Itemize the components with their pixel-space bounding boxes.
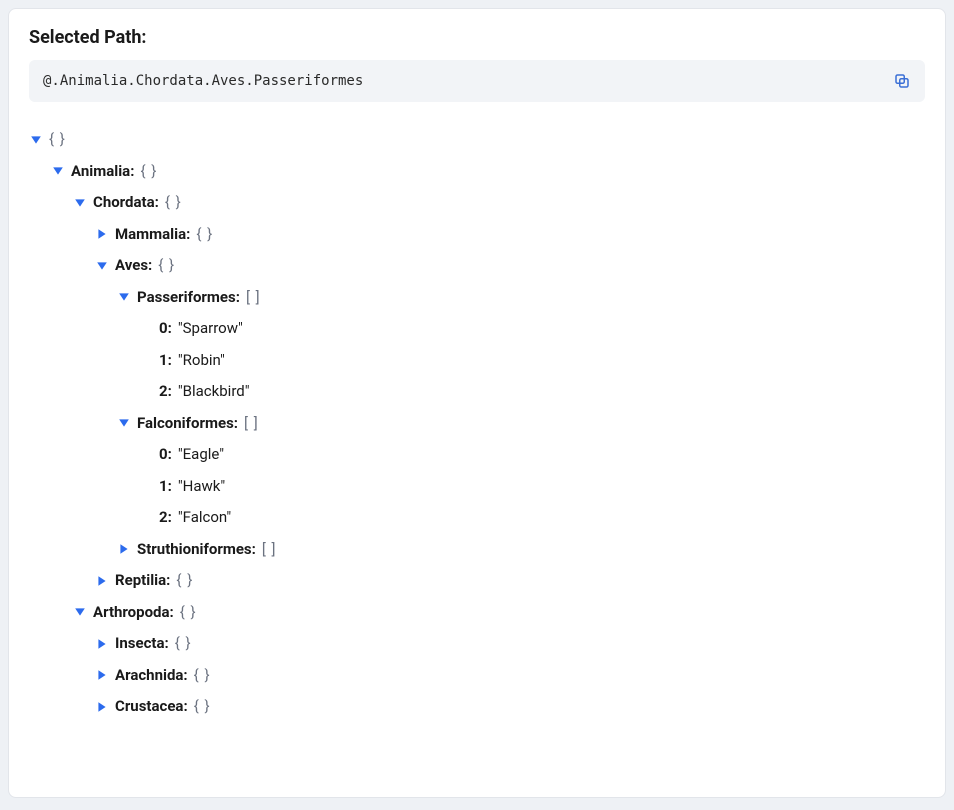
tree-node-arthropoda[interactable]: Arthropoda: { } Insecta: <box>73 597 925 723</box>
node-key: Arachnida <box>115 660 183 692</box>
node-key: Crustacea <box>115 691 183 723</box>
item-index: 2 <box>159 502 168 534</box>
chevron-right-icon[interactable] <box>95 668 109 682</box>
chevron-down-icon[interactable] <box>73 605 87 619</box>
tree-root: { } Animalia: { } <box>29 124 925 723</box>
item-index: 0 <box>159 313 168 345</box>
node-type-icon: { } <box>140 156 157 188</box>
node-key: Falconiformes <box>137 408 234 440</box>
node-type-icon: { } <box>165 187 182 219</box>
tree-node-chordata[interactable]: Chordata: { } <box>73 187 925 597</box>
tree-node-mammalia[interactable]: Mammalia: { } <box>95 219 925 251</box>
node-key: Mammalia <box>115 219 186 251</box>
item-index: 1 <box>159 471 168 503</box>
node-type-icon: { } <box>176 565 193 597</box>
tree-node-aves[interactable]: Aves: { } <box>95 250 925 565</box>
item-index: 2 <box>159 376 168 408</box>
tree-node-insecta[interactable]: Insecta: { } <box>95 628 925 660</box>
node-type-icon: { } <box>175 628 192 660</box>
node-type-icon: { } <box>194 691 211 723</box>
node-type-icon: { } <box>196 219 213 251</box>
tree-node-arachnida[interactable]: Arachnida: { } <box>95 660 925 692</box>
node-type-icon: [ ] <box>246 282 261 314</box>
chevron-right-icon[interactable] <box>95 227 109 241</box>
node-key: Reptilia <box>115 565 166 597</box>
tree-node-struthioniformes[interactable]: Struthioniformes: [ ] <box>117 534 925 566</box>
array-item[interactable]: 0: "Sparrow" <box>139 313 925 345</box>
item-value: "Eagle" <box>178 439 224 471</box>
selected-path-box: @.Animalia.Chordata.Aves.Passeriformes <box>29 60 925 102</box>
tree-node-animalia[interactable]: Animalia: { } Chordata: { } <box>51 156 925 723</box>
array-item[interactable]: 1: "Robin" <box>139 345 925 377</box>
tree-node-passeriformes[interactable]: Passeriformes: [ ] 0: "Spa <box>117 282 925 408</box>
node-key: Aves <box>115 250 148 282</box>
selected-path-header: Selected Path: <box>29 27 925 48</box>
chevron-right-icon[interactable] <box>95 637 109 651</box>
item-value: "Sparrow" <box>178 313 243 345</box>
node-key: Insecta <box>115 628 165 660</box>
node-key: Arthropoda <box>93 597 170 629</box>
array-item[interactable]: 2: "Blackbird" <box>139 376 925 408</box>
item-value: "Robin" <box>178 345 225 377</box>
node-key: Animalia <box>71 156 130 188</box>
root-braces: { } <box>49 124 66 156</box>
selected-path-text: @.Animalia.Chordata.Aves.Passeriformes <box>43 73 363 89</box>
chevron-down-icon[interactable] <box>117 290 131 304</box>
item-index: 1 <box>159 345 168 377</box>
json-viewer-panel: Selected Path: @.Animalia.Chordata.Aves.… <box>8 8 946 798</box>
item-value: "Hawk" <box>178 471 225 503</box>
chevron-down-icon[interactable] <box>29 133 43 147</box>
array-item[interactable]: 0: "Eagle" <box>139 439 925 471</box>
tree-node-crustacea[interactable]: Crustacea: { } <box>95 691 925 723</box>
node-type-icon: [ ] <box>262 534 277 566</box>
tree-node-falconiformes[interactable]: Falconiformes: [ ] 0: "Eag <box>117 408 925 534</box>
json-tree: { } Animalia: { } <box>29 124 925 723</box>
node-type-icon: [ ] <box>244 408 259 440</box>
node-key: Chordata <box>93 187 155 219</box>
chevron-down-icon[interactable] <box>51 164 65 178</box>
array-item[interactable]: 1: "Hawk" <box>139 471 925 503</box>
chevron-right-icon[interactable] <box>95 574 109 588</box>
node-type-icon: { } <box>158 250 175 282</box>
array-item[interactable]: 2: "Falcon" <box>139 502 925 534</box>
copy-icon[interactable] <box>893 72 911 90</box>
node-key: Struthioniformes <box>137 534 252 566</box>
chevron-down-icon[interactable] <box>95 259 109 273</box>
chevron-down-icon[interactable] <box>117 416 131 430</box>
item-value: "Falcon" <box>178 502 231 534</box>
item-index: 0 <box>159 439 168 471</box>
node-key: Passeriformes <box>137 282 236 314</box>
item-value: "Blackbird" <box>178 376 250 408</box>
chevron-right-icon[interactable] <box>95 700 109 714</box>
chevron-right-icon[interactable] <box>117 542 131 556</box>
tree-node-reptilia[interactable]: Reptilia: { } <box>95 565 925 597</box>
chevron-down-icon[interactable] <box>73 196 87 210</box>
node-type-icon: { } <box>180 597 197 629</box>
node-type-icon: { } <box>194 660 211 692</box>
